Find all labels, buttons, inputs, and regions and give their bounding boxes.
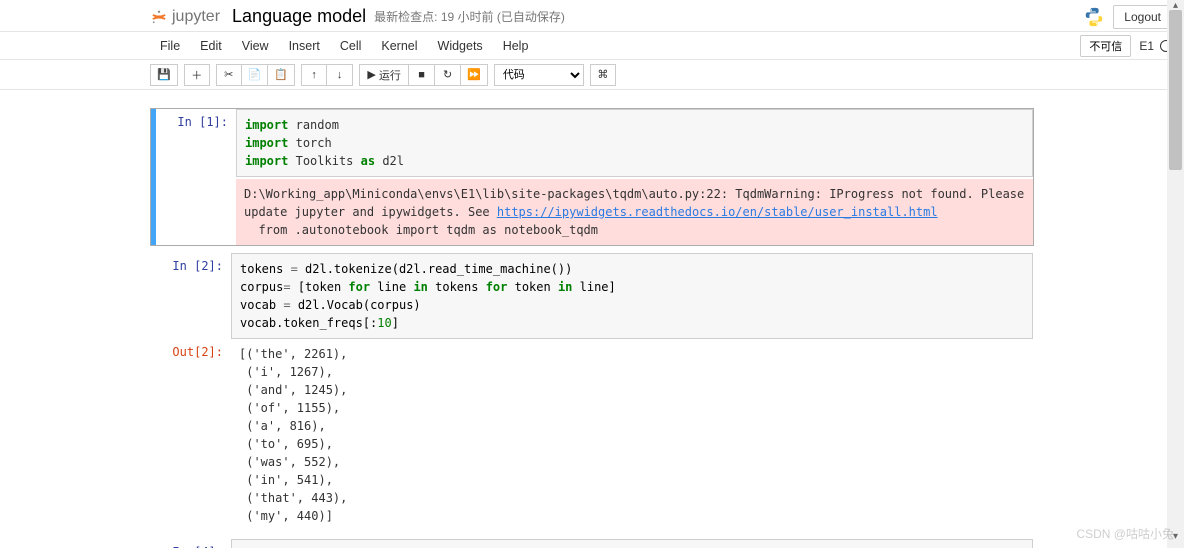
interrupt-button[interactable]: ■ (409, 64, 435, 86)
input-prompt: In [4]: (151, 539, 231, 548)
kernel-label: E1 (1139, 39, 1154, 53)
vertical-scrollbar[interactable]: ▴ ▾ (1167, 0, 1184, 548)
cut-cell-button[interactable]: ✂ (216, 64, 242, 86)
notebook-container: In [1]: import random import torch impor… (0, 90, 1184, 548)
restart-run-all-button[interactable]: ⏩ (461, 64, 488, 86)
trust-button[interactable]: 不可信 (1080, 35, 1131, 57)
menu-edit[interactable]: Edit (190, 35, 232, 57)
add-cell-button[interactable]: ＋ (184, 64, 210, 86)
cell-type-select[interactable]: 代码 (494, 64, 584, 86)
toolbar: 💾 ＋ ✂ 📄 📋 ↑ ↓ ▶ 运行 ■ ↻ ⏩ 代码 ⌘ (0, 60, 1184, 90)
move-up-button[interactable]: ↑ (301, 64, 327, 86)
menu-kernel[interactable]: Kernel (371, 35, 427, 57)
menu-widgets[interactable]: Widgets (428, 35, 493, 57)
menu-view[interactable]: View (232, 35, 279, 57)
save-button[interactable]: 💾 (150, 64, 178, 86)
run-icon: ▶ (367, 68, 375, 81)
input-prompt: In [2]: (151, 253, 231, 339)
stderr-link[interactable]: https://ipywidgets.readthedocs.io/en/sta… (497, 205, 938, 219)
checkpoint-status: 最新检查点: 19 小时前 (已自动保存) (374, 8, 565, 25)
code-input[interactable]: import random import torch import Toolki… (236, 109, 1033, 177)
scroll-thumb[interactable] (1169, 10, 1182, 170)
input-prompt: In [1]: (156, 109, 236, 177)
menu-insert[interactable]: Insert (279, 35, 330, 57)
run-button[interactable]: ▶ 运行 (359, 64, 409, 86)
copy-cell-button[interactable]: 📄 (242, 64, 269, 86)
code-cell[interactable]: In [2]: tokens = d2l.tokenize(d2l.read_t… (150, 252, 1034, 532)
stderr-output: D:\Working_app\Miniconda\envs\E1\lib\sit… (236, 179, 1033, 245)
python-logo-icon (1083, 6, 1105, 28)
code-input[interactable]: tokens = d2l.tokenize(d2l.read_time_mach… (231, 253, 1033, 339)
jupyter-logo[interactable]: jupyter (150, 8, 220, 26)
move-down-button[interactable]: ↓ (327, 64, 353, 86)
code-cell[interactable]: In [1]: import random import torch impor… (150, 108, 1034, 246)
menu-file[interactable]: File (150, 35, 190, 57)
menu-cell[interactable]: Cell (330, 35, 372, 57)
paste-cell-button[interactable]: 📋 (268, 64, 295, 86)
command-palette-button[interactable]: ⌘ (590, 64, 616, 86)
menu-help[interactable]: Help (493, 35, 539, 57)
jupyter-icon (150, 8, 168, 26)
notebook-title[interactable]: Language model (232, 6, 366, 27)
run-label: 运行 (379, 67, 401, 83)
output-prompt: Out[2]: (151, 339, 231, 531)
jupyter-logo-text: jupyter (172, 8, 220, 26)
restart-button[interactable]: ↻ (435, 64, 461, 86)
execute-result: [('the', 2261), ('i', 1267), ('and', 124… (231, 339, 1033, 531)
code-input[interactable]: freqs = [freq for token,freq in vocab.to… (231, 539, 1033, 548)
code-cell[interactable]: In [4]: freqs = [freq for token,freq in … (150, 538, 1034, 548)
logout-button[interactable]: Logout (1113, 5, 1172, 29)
menubar: FileEditViewInsertCellKernelWidgetsHelp … (0, 32, 1184, 60)
notebook-header: jupyter Language model 最新检查点: 19 小时前 (已自… (0, 0, 1184, 32)
watermark: CSDN @咕咕小兔 (1076, 525, 1174, 542)
